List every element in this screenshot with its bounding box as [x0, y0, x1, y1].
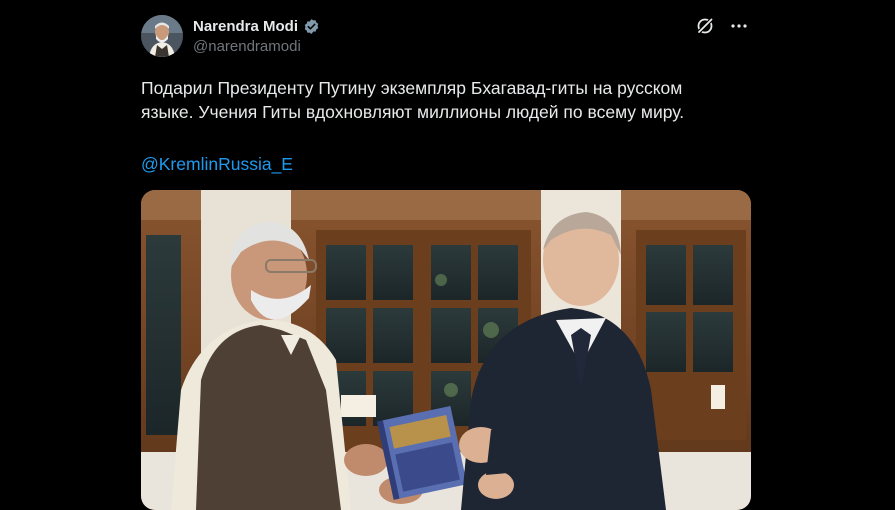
grok-icon[interactable]	[694, 15, 716, 37]
author-avatar[interactable]	[141, 15, 183, 57]
photo	[141, 190, 751, 510]
verified-badge-icon	[303, 18, 320, 35]
avatar-photo	[141, 15, 183, 57]
author-handle[interactable]: @narendramodi	[193, 38, 320, 55]
author-display-name[interactable]: Narendra Modi	[193, 18, 298, 35]
tweet-photo[interactable]	[141, 190, 751, 510]
mention-link[interactable]: @KremlinRussia_E	[141, 152, 293, 176]
tweet-actions	[694, 15, 750, 37]
tweet-text: Подарил Президенту Путину экземпляр Бхаг…	[141, 78, 685, 122]
more-icon[interactable]	[728, 15, 750, 37]
author-info[interactable]: Narendra Modi @narendramodi	[193, 16, 320, 55]
